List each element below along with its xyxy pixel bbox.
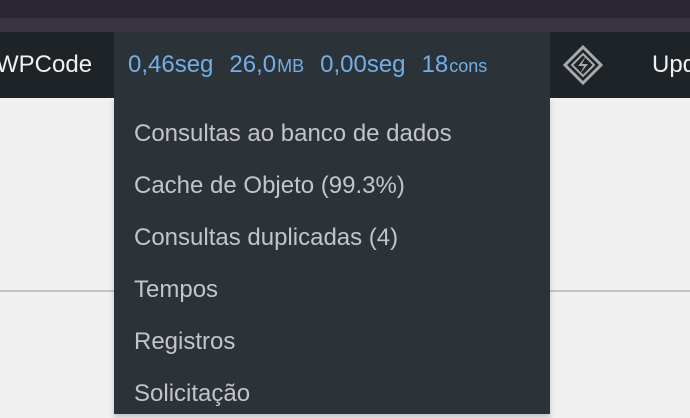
browser-chrome	[0, 0, 690, 18]
menu-item-database-queries[interactable]: Consultas ao banco de dados	[134, 110, 452, 158]
menu-item-duplicate-queries[interactable]: Consultas duplicadas (4)	[134, 214, 398, 262]
qm-queries-unit: cons	[449, 56, 488, 76]
admin-bar: WPCode 0,46seg 26,0 MB 0,00seg 18 cons Upd	[0, 32, 690, 98]
updates-menu-item[interactable]: Upd	[652, 32, 690, 98]
qm-db-time: 0,00seg	[320, 51, 405, 79]
diamond-logo-icon	[563, 45, 603, 85]
query-monitor-menu[interactable]: 0,46seg 26,0 MB 0,00seg 18 cons	[114, 32, 550, 98]
updates-label: Upd	[652, 51, 690, 78]
wpcode-label: WPCode	[0, 51, 93, 78]
qm-queries-value: 18	[421, 51, 449, 78]
qm-memory: 26,0 MB	[229, 51, 304, 79]
qm-time-value: 0,46seg	[128, 51, 214, 78]
qm-page-time: 0,46seg	[128, 51, 213, 79]
qm-memory-unit: MB	[277, 56, 305, 76]
menu-item-timings[interactable]: Tempos	[134, 266, 218, 314]
plugin-menu-item[interactable]	[560, 32, 606, 98]
qm-db-time-value: 0,00seg	[320, 51, 406, 78]
wpcode-menu-item[interactable]: WPCode	[0, 32, 92, 98]
menu-item-request[interactable]: Solicitação	[134, 370, 250, 418]
query-monitor-dropdown: Consultas ao banco de dados Cache de Obj…	[114, 98, 550, 414]
qm-memory-value: 26,0	[229, 51, 277, 78]
qm-queries: 18 cons	[422, 51, 488, 79]
menu-item-object-cache[interactable]: Cache de Objeto (99.3%)	[134, 162, 405, 210]
browser-divider	[0, 18, 690, 32]
menu-item-logs[interactable]: Registros	[134, 318, 235, 366]
